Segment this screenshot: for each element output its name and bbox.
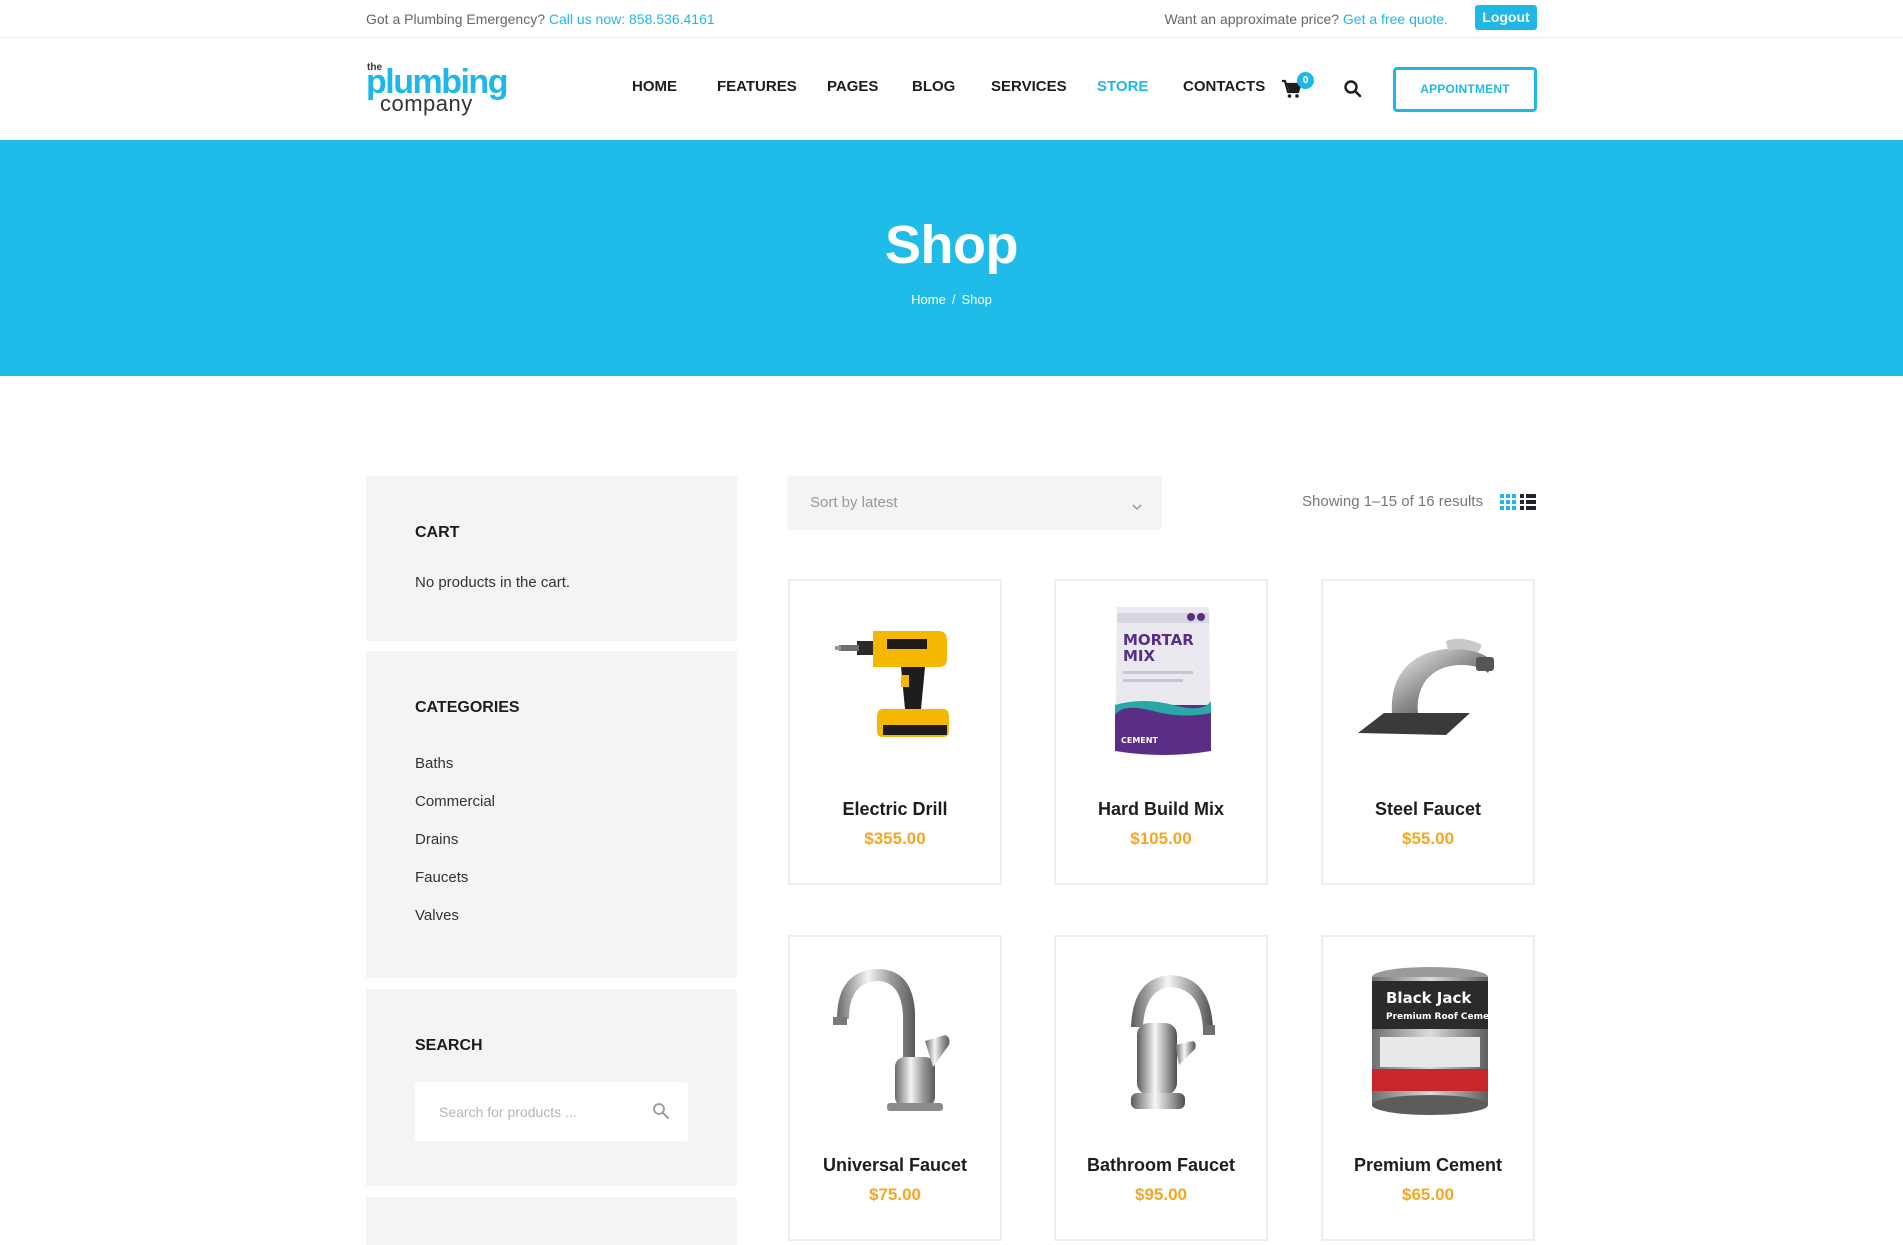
category-faucets[interactable]: Faucets [415, 869, 468, 886]
category-valves[interactable]: Valves [415, 907, 459, 924]
product-search-box [415, 1082, 688, 1141]
cart-widget: CART No products in the cart. [366, 476, 737, 641]
drill-icon[interactable] [817, 601, 977, 766]
faucet-icon[interactable] [1083, 957, 1243, 1122]
faucet-icon[interactable] [817, 957, 977, 1122]
product-price: $355.00 [864, 829, 926, 848]
breadcrumb-current: Shop [961, 292, 992, 307]
free-quote-link[interactable]: Get a free quote. [1343, 11, 1448, 27]
paint-can-icon[interactable]: Black Jack Premium Roof Cement [1350, 957, 1510, 1122]
sort-select-value: Sort by latest [810, 494, 898, 511]
page-title: Shop [885, 215, 1018, 275]
can-label-product: Premium Roof Cement [1386, 1012, 1500, 1022]
nav-item-features[interactable]: FEATURES [717, 78, 797, 95]
breadcrumb-home[interactable]: Home [911, 292, 946, 307]
product-price: $75.00 [869, 1185, 921, 1204]
product-name[interactable]: Universal Faucet [790, 1155, 1000, 1176]
search-icon[interactable] [652, 1102, 670, 1120]
breadcrumb: Home / Shop [0, 292, 1903, 307]
cart-widget-title: CART [415, 524, 460, 541]
category-commercial[interactable]: Commercial [415, 793, 495, 810]
product-search-input[interactable] [415, 1082, 635, 1141]
category-baths[interactable]: Baths [415, 755, 453, 772]
additional-widget [366, 1197, 737, 1245]
product-name[interactable]: Hard Build Mix [1056, 799, 1266, 820]
emergency-text: Got a Plumbing Emergency? [366, 11, 545, 27]
result-count: Showing 1–15 of 16 results [1302, 493, 1483, 510]
product-price: $55.00 [1402, 829, 1454, 848]
sort-select[interactable]: Sort by latest [787, 476, 1162, 530]
site-header: the plumbing company HOME FEATURES PAGES… [0, 38, 1903, 140]
search-icon[interactable] [1343, 79, 1363, 99]
cart-empty-text: No products in the cart. [415, 574, 571, 591]
phone-link[interactable]: Call us now: 858.536.4161 [549, 11, 715, 27]
logout-button[interactable]: Logout [1475, 5, 1537, 30]
nav-item-pages[interactable]: PAGES [827, 78, 878, 95]
product-card[interactable]: MORTAR MIX CEMENT Hard Build Mix $105.00 [1054, 579, 1268, 885]
category-drains[interactable]: Drains [415, 831, 458, 848]
price-notice: Want an approximate price? Get a free qu… [1164, 11, 1448, 27]
product-price: $95.00 [1135, 1185, 1187, 1204]
nav-item-home[interactable]: HOME [632, 78, 677, 95]
appointment-button[interactable]: APPOINTMENT [1393, 67, 1537, 112]
product-card[interactable]: Black Jack Premium Roof Cement Premium C… [1321, 935, 1535, 1241]
chevron-down-icon [1132, 498, 1142, 511]
product-name[interactable]: Electric Drill [790, 799, 1000, 820]
product-card[interactable]: Bathroom Faucet $95.00 [1054, 935, 1268, 1241]
nav-item-services[interactable]: SERVICES [991, 78, 1067, 95]
categories-widget-title: CATEGORIES [415, 699, 520, 716]
product-price: $65.00 [1402, 1185, 1454, 1204]
nav-item-contacts[interactable]: CONTACTS [1183, 78, 1265, 95]
bag-label-mix: MIX [1123, 647, 1156, 665]
product-price: $105.00 [1130, 829, 1192, 848]
product-card[interactable]: Steel Faucet $55.00 [1321, 579, 1535, 885]
faucet-icon[interactable] [1350, 601, 1510, 766]
product-name[interactable]: Steel Faucet [1323, 799, 1533, 820]
product-card[interactable]: Universal Faucet $75.00 [788, 935, 1002, 1241]
product-name[interactable]: Premium Cement [1323, 1155, 1533, 1176]
price-text: Want an approximate price? [1164, 11, 1340, 27]
page-banner: Shop Home / Shop [0, 140, 1903, 376]
top-bar: Got a Plumbing Emergency? Call us now: 8… [0, 0, 1903, 38]
product-card[interactable]: Electric Drill $355.00 [788, 579, 1002, 885]
site-logo[interactable]: the plumbing company [366, 62, 508, 118]
can-label-brand: Black Jack [1386, 989, 1472, 1007]
mortar-bag-icon[interactable]: MORTAR MIX CEMENT [1083, 601, 1243, 766]
breadcrumb-separator: / [951, 292, 956, 307]
product-name[interactable]: Bathroom Faucet [1056, 1155, 1266, 1176]
grid-view-icon[interactable] [1500, 494, 1516, 510]
cart-count-badge: 0 [1297, 72, 1314, 89]
nav-item-blog[interactable]: BLOG [912, 78, 955, 95]
logo-company: company [380, 91, 473, 116]
list-view-icon[interactable] [1520, 494, 1536, 510]
nav-item-store[interactable]: STORE [1097, 78, 1148, 95]
emergency-notice: Got a Plumbing Emergency? Call us now: 8… [366, 11, 715, 27]
search-widget-title: SEARCH [415, 1037, 483, 1054]
categories-widget: CATEGORIES Baths Commercial Drains Fauce… [366, 651, 737, 978]
search-widget: SEARCH [366, 989, 737, 1186]
bag-label-cement: CEMENT [1121, 736, 1158, 745]
